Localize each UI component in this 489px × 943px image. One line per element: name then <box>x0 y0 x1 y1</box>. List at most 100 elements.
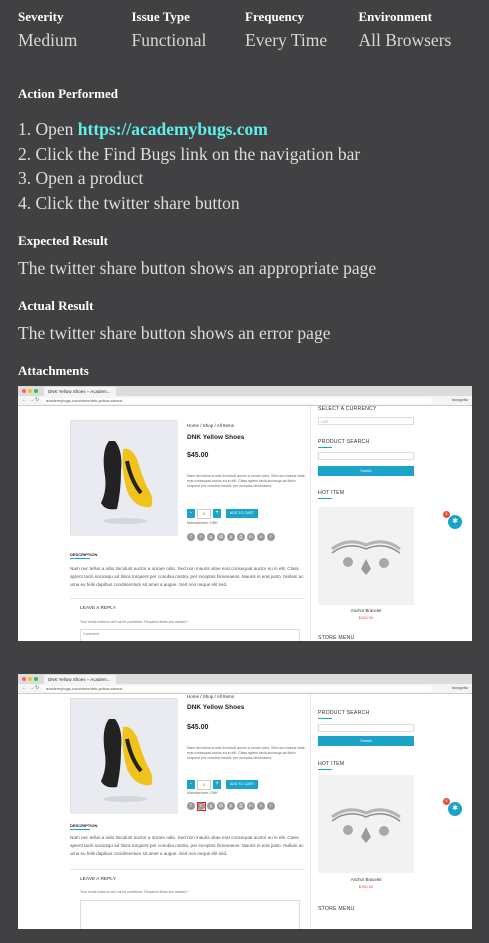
add-to-cart-button[interactable]: ADD TO CART <box>226 780 258 789</box>
frequency-value: Every Time <box>245 30 328 50</box>
google-share-icon[interactable]: g <box>207 802 215 810</box>
email-share-icon[interactable]: @ <box>217 802 225 810</box>
expected-text: The twitter share button shows an approp… <box>18 258 377 278</box>
facebook-share-icon[interactable]: f <box>187 802 195 810</box>
bug-icon[interactable]: ✱ <box>448 515 462 529</box>
search-button[interactable]: Search <box>318 736 414 746</box>
browser-tab: DNK Yellow Shoes – Academ... <box>44 387 116 396</box>
hot-item-price: $150.00 <box>358 615 374 620</box>
linkedin-share-icon[interactable]: in <box>247 802 255 810</box>
column-divider <box>310 406 311 641</box>
qty-minus-button[interactable]: - <box>187 780 195 789</box>
academybugs-link[interactable]: https://academybugs.com <box>78 119 268 139</box>
environment-value: All Browsers <box>358 30 452 50</box>
product-search-input[interactable] <box>318 452 414 460</box>
email-share-icon[interactable]: @ <box>217 533 225 541</box>
step-item: 4. Click the twitter share button <box>18 191 360 216</box>
step-text: Click the Find Bugs link on the navigati… <box>35 143 361 164</box>
step-text: Open <box>35 119 78 139</box>
address-bar-area: ← → ↻ academybugs.com/store/dnk-yellow-s… <box>18 684 472 694</box>
print-share-icon[interactable]: ⎙ <box>237 802 245 810</box>
reddit-share-icon[interactable]: r <box>267 533 275 541</box>
sidebar-underline <box>318 769 332 770</box>
qty-plus-button[interactable]: + <box>213 509 221 518</box>
issue-type-field: Issue Type Functional <box>132 9 246 51</box>
qty-plus-button[interactable]: + <box>213 780 221 789</box>
severity-label: Severity <box>18 9 64 24</box>
reddit-share-icon[interactable]: r <box>267 802 275 810</box>
reply-note: Your email address will not be published… <box>80 620 189 624</box>
comment-field[interactable]: Comment <box>80 629 300 641</box>
url-field: academybugs.com/store/dnk-yellow-shoes/ <box>42 685 432 692</box>
issue-type-value: Functional <box>131 30 207 50</box>
product-search-title: PRODUCT SEARCH <box>318 710 370 716</box>
product-image <box>70 698 178 814</box>
bracelet-image-icon <box>331 540 401 575</box>
twitter-share-icon[interactable]: t <box>197 533 205 541</box>
hot-item-title: HOT ITEM <box>318 490 345 496</box>
actual-title: Actual Result <box>18 298 94 313</box>
product-search-input[interactable] <box>318 724 414 732</box>
product-price: $45.00 <box>187 452 209 459</box>
description-tab[interactable]: DESCRIPTION <box>70 552 97 557</box>
bracelet-image[interactable] <box>318 775 414 873</box>
pinterest-share-icon[interactable]: p <box>227 802 235 810</box>
product-price: $45.00 <box>187 724 209 731</box>
step-item: 3. Open a product <box>18 166 360 191</box>
hot-item-title: HOT ITEM <box>318 761 345 767</box>
hot-item-name[interactable]: Anchor Bracelet <box>318 608 414 613</box>
action-title: Action Performed <box>18 86 118 101</box>
product-title: DNK Yellow Shoes <box>187 704 245 711</box>
minimize-dot-icon <box>28 677 32 681</box>
attachment-screenshot-2[interactable]: DNK Yellow Shoes – Academ... ← → ↻ acade… <box>18 674 472 929</box>
print-share-icon[interactable]: ⎙ <box>237 533 245 541</box>
step-item: 1. Open https://academybugs.com <box>18 117 360 142</box>
attachments-title: Attachments <box>18 363 89 378</box>
forward-arrow-icon: → <box>29 397 34 403</box>
bug-icon[interactable]: ✱ <box>448 802 462 816</box>
vk-share-icon[interactable]: v <box>257 802 265 810</box>
actual-text: The twitter share button shows an error … <box>18 323 331 343</box>
reload-icon: ↻ <box>35 685 40 691</box>
steps-list: 1. Open https://academybugs.com 2. Click… <box>18 117 360 215</box>
close-dot-icon <box>22 389 26 393</box>
reply-title: LEAVE A REPLY <box>80 606 116 611</box>
linkedin-share-icon[interactable]: in <box>247 533 255 541</box>
shoe-image-icon <box>71 421 178 536</box>
twitter-highlight-box <box>196 801 206 811</box>
attachment-screenshot-1[interactable]: DNK Yellow Shoes – Academ... ← → ↻ acade… <box>18 386 472 641</box>
description-text: Nam nec tellus a odio tincidunt auctor a… <box>70 835 304 856</box>
hot-item-name[interactable]: Anchor Bracelet <box>318 877 414 882</box>
close-dot-icon <box>22 677 26 681</box>
maximize-dot-icon <box>34 677 38 681</box>
step-number: 3. <box>18 168 32 188</box>
bracelet-image[interactable] <box>318 507 414 605</box>
shoe-image-icon <box>71 699 178 814</box>
step-number: 2. <box>18 143 32 164</box>
add-to-cart-button[interactable]: ADD TO CART <box>226 509 258 518</box>
qty-input[interactable]: 1 <box>197 779 211 790</box>
breadcrumb: Home / Shop / All Items <box>187 694 235 699</box>
search-button[interactable]: Search <box>318 466 414 476</box>
product-short-desc: Nam nec tellus a odio tincidunt auctor a… <box>187 746 305 761</box>
browser-tab: DNK Yellow Shoes – Academ... <box>44 675 116 684</box>
description-tab[interactable]: DESCRIPTION <box>70 823 97 828</box>
frequency-field: Frequency Every Time <box>245 9 359 51</box>
product-title: DNK Yellow Shoes <box>187 434 245 441</box>
comment-field[interactable] <box>80 900 300 929</box>
expected-title: Expected Result <box>18 233 108 248</box>
facebook-share-icon[interactable]: f <box>187 533 195 541</box>
severity-value: Medium <box>18 30 78 50</box>
share-buttons: f t g @ p ⎙ in v r <box>187 533 275 541</box>
currency-title: SELECT A CURRENCY <box>318 406 377 412</box>
pinterest-share-icon[interactable]: p <box>227 533 235 541</box>
breadcrumb: Home / Shop / All Items <box>187 423 235 428</box>
forward-arrow-icon: → <box>29 685 34 691</box>
sidebar-underline <box>318 498 332 499</box>
qty-input[interactable]: 1 <box>197 508 211 519</box>
currency-select[interactable]: USD <box>318 417 414 425</box>
google-share-icon[interactable]: g <box>207 533 215 541</box>
vk-share-icon[interactable]: v <box>257 533 265 541</box>
qty-minus-button[interactable]: - <box>187 509 195 518</box>
back-arrow-icon: ← <box>22 397 27 403</box>
